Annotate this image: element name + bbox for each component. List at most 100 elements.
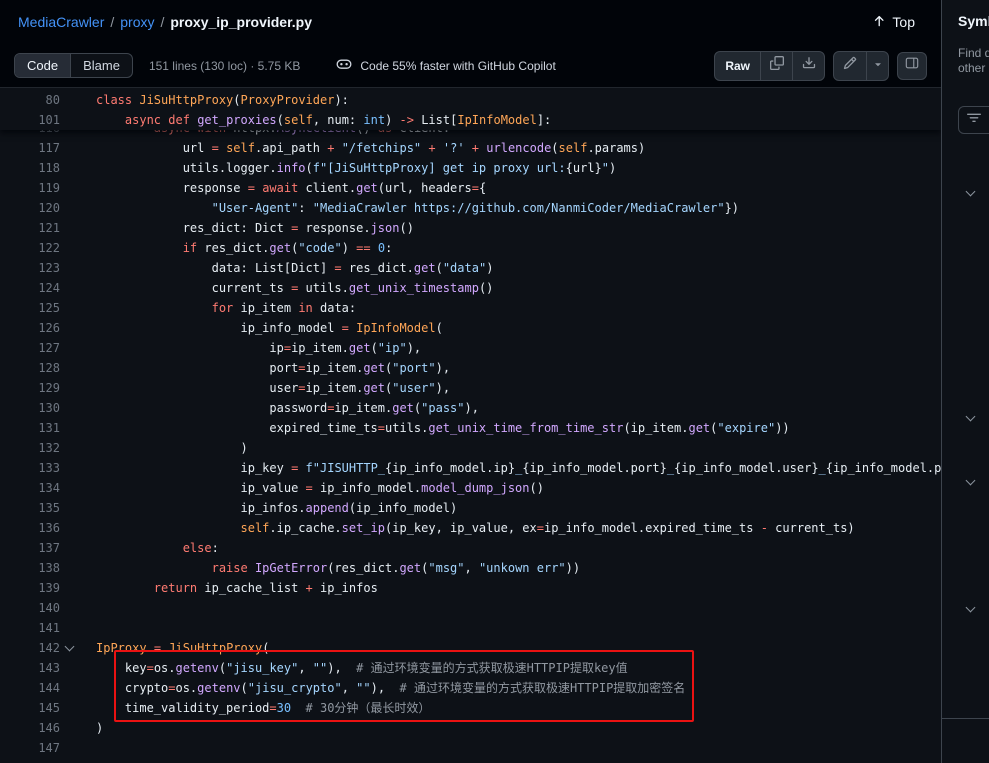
sticky-scope-lines: 80class JiSuHttpProxy(ProxyProvider):101… [0, 88, 941, 130]
code-text: "User-Agent": "MediaCrawler https://gith… [78, 198, 739, 218]
line-number[interactable]: 127 [0, 338, 60, 358]
fold-gutter [60, 238, 78, 258]
code-line: 141 [0, 618, 941, 638]
line-number[interactable]: 140 [0, 598, 60, 618]
line-number[interactable]: 139 [0, 578, 60, 598]
line-number[interactable]: 147 [0, 738, 60, 758]
fold-gutter [60, 538, 78, 558]
line-number[interactable]: 142 [0, 638, 60, 658]
line-number[interactable]: 118 [0, 158, 60, 178]
line-number[interactable]: 101 [0, 110, 60, 130]
code-text [78, 738, 96, 758]
line-number[interactable]: 131 [0, 418, 60, 438]
line-number[interactable]: 128 [0, 358, 60, 378]
file-header: MediaCrawler / proxy / proxy_ip_provider… [0, 0, 941, 44]
line-number[interactable]: 126 [0, 318, 60, 338]
breadcrumb-file-name: proxy_ip_provider.py [170, 14, 312, 30]
code-line: 117 url = self.api_path + "/fetchips" + … [0, 138, 941, 158]
code-line: 127 ip=ip_item.get("ip"), [0, 338, 941, 358]
code-text: key=os.getenv("jisu_key", ""), # 通过环境变量的… [78, 658, 628, 678]
code-text: return ip_cache_list + ip_infos [78, 578, 378, 598]
fold-gutter [60, 358, 78, 378]
raw-button[interactable]: Raw [715, 52, 760, 80]
code-line: 121 res_dict: Dict = response.json() [0, 218, 941, 238]
line-number[interactable]: 80 [0, 90, 60, 110]
fold-gutter [60, 618, 78, 638]
code-line: 142IpProxy = JiSuHttpProxy( [0, 638, 941, 658]
copy-raw-button[interactable] [760, 52, 792, 80]
code-text: ip_key = f"JISUHTTP_{ip_info_model.ip}_{… [78, 458, 941, 478]
code-line: 146) [0, 718, 941, 738]
code-line: 143 key=os.getenv("jisu_key", ""), # 通过环… [0, 658, 941, 678]
line-number[interactable]: 135 [0, 498, 60, 518]
line-number[interactable]: 119 [0, 178, 60, 198]
symbol-expand-icon[interactable] [962, 185, 978, 201]
line-number[interactable]: 121 [0, 218, 60, 238]
code-line: 122 if res_dict.get("code") == 0: [0, 238, 941, 258]
code-lines: 116 async with httpx.AsyncClient() as cl… [0, 88, 941, 758]
line-number[interactable]: 120 [0, 198, 60, 218]
fold-gutter [60, 418, 78, 438]
line-number[interactable]: 144 [0, 678, 60, 698]
breadcrumb-separator: / [160, 14, 164, 30]
arrow-up-icon [872, 14, 886, 31]
line-number[interactable]: 134 [0, 478, 60, 498]
fold-toggle-icon[interactable] [60, 638, 78, 658]
fold-gutter [60, 138, 78, 158]
line-number[interactable]: 146 [0, 718, 60, 738]
line-number[interactable]: 124 [0, 278, 60, 298]
line-number[interactable]: 132 [0, 438, 60, 458]
raw-copy-download-group: Raw [714, 51, 825, 81]
line-number[interactable]: 130 [0, 398, 60, 418]
symbol-expand-icon[interactable] [962, 410, 978, 426]
fold-gutter [60, 278, 78, 298]
code-text: self.ip_cache.set_ip(ip_key, ip_value, e… [78, 518, 855, 538]
fold-gutter [60, 718, 78, 738]
breadcrumb-folder-link[interactable]: proxy [120, 14, 154, 30]
code-text: res_dict: Dict = response.json() [78, 218, 414, 238]
line-number[interactable]: 129 [0, 378, 60, 398]
symbol-filter-input[interactable] [958, 106, 989, 134]
fold-gutter [60, 478, 78, 498]
line-number[interactable]: 117 [0, 138, 60, 158]
symbol-expand-icon[interactable] [962, 474, 978, 490]
download-raw-button[interactable] [792, 52, 824, 80]
code-line: 128 port=ip_item.get("port"), [0, 358, 941, 378]
line-number[interactable]: 136 [0, 518, 60, 538]
code-text: url = self.api_path + "/fetchips" + '?' … [78, 138, 645, 158]
line-number[interactable]: 125 [0, 298, 60, 318]
line-number[interactable]: 122 [0, 238, 60, 258]
code-line: 118 utils.logger.info(f"[JiSuHttpProxy] … [0, 158, 941, 178]
pencil-icon [843, 56, 857, 75]
panel-icon [905, 56, 919, 75]
line-number[interactable]: 141 [0, 618, 60, 638]
edit-dropdown-button[interactable] [866, 52, 888, 80]
tab-code[interactable]: Code [15, 54, 70, 77]
code-line: 130 password=ip_item.get("pass"), [0, 398, 941, 418]
code-text [78, 618, 96, 638]
line-number[interactable]: 145 [0, 698, 60, 718]
code-text: crypto=os.getenv("jisu_crypto", ""), # 通… [78, 678, 685, 698]
breadcrumb-repo-link[interactable]: MediaCrawler [18, 14, 104, 30]
file-meta: 151 lines (130 loc) · 5.75 KB [149, 59, 300, 73]
edit-file-button[interactable] [834, 52, 866, 80]
symbols-panel-description: Find definitions and references for func… [958, 46, 989, 76]
copilot-icon [336, 56, 352, 75]
line-number[interactable]: 138 [0, 558, 60, 578]
line-number[interactable]: 133 [0, 458, 60, 478]
fold-gutter [60, 298, 78, 318]
line-number[interactable]: 143 [0, 658, 60, 678]
copilot-text: Code 55% faster with GitHub Copilot [360, 59, 555, 73]
code-line: 144 crypto=os.getenv("jisu_crypto", ""),… [0, 678, 941, 698]
file-toolbar: Code Blame 151 lines (130 loc) · 5.75 KB… [0, 44, 941, 88]
tab-blame[interactable]: Blame [70, 54, 132, 77]
symbol-expand-icon[interactable] [962, 601, 978, 617]
symbols-panel-toggle-button[interactable] [897, 52, 927, 80]
fold-gutter [60, 518, 78, 538]
code-text [78, 598, 96, 618]
line-number[interactable]: 123 [0, 258, 60, 278]
back-to-top-button[interactable]: Top [864, 10, 923, 35]
fold-gutter [60, 558, 78, 578]
fold-gutter [60, 338, 78, 358]
line-number[interactable]: 137 [0, 538, 60, 558]
